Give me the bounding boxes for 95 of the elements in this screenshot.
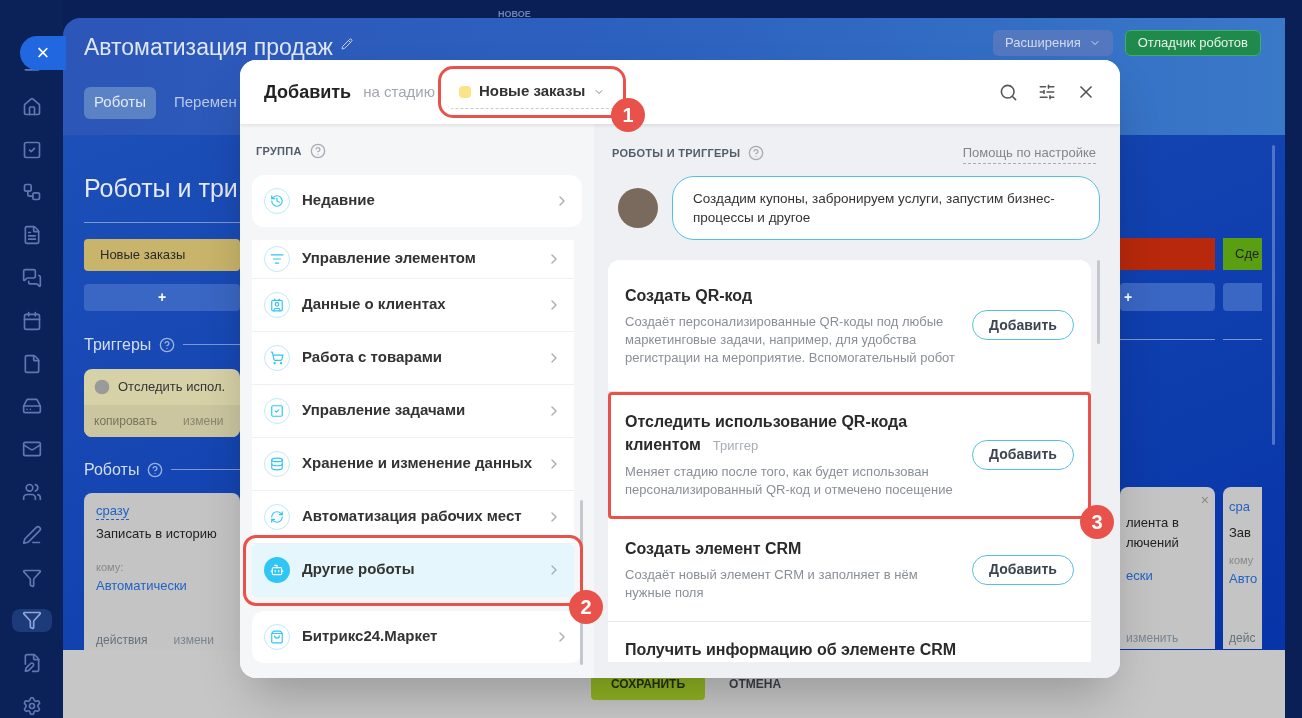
pencil-icon[interactable] [340,38,353,50]
robot-item-title: Получить информацию об элементе CRM [625,639,958,660]
tab[interactable]: Перемен [163,86,247,119]
help-icon[interactable] [159,336,176,353]
recipient-link[interactable]: Автоматически [96,575,228,596]
robot-item[interactable]: Создать QR-код Создаёт персонализированные QR-коды под любые маркетинговые задачи, например, для удобства регистрации на мероприятие. Вспомогательный робот Добавить [608,259,1091,392]
help-icon[interactable] [748,145,765,162]
robot-item-description: Создаёт персонализированные QR-коды под любые маркетинговые задачи, например, для удобства регистрации на мероприятие. Вспомогательный робот [625,312,956,367]
bag-icon [270,629,284,644]
robot-item-title: Создать QR-код [625,285,754,306]
robot-card[interactable]: сразу Записать в историю кому: Автоматически действия измени [84,492,240,650]
group-label: Хранение и изменение данных [302,453,534,474]
hint-text: Создадим купоны, забронируем услуги, запустим бизнес-процессы и другое [693,189,1056,227]
scrollbar[interactable] [1097,259,1100,344]
recipient-label: кому: [96,560,125,576]
nav-item[interactable] [11,608,52,633]
search-icon[interactable] [999,82,1018,102]
flow-icon [21,182,42,203]
funnel-icon [21,567,42,588]
actions-link[interactable]: дейс [1229,629,1262,647]
stage-name: Сде [1235,245,1260,264]
section-heading: Роботы и три [84,173,239,204]
stage-select[interactable]: Новые заказы [446,75,618,109]
cancel-button[interactable]: ОТМЕНА [729,675,782,693]
people-icon [21,482,42,503]
trigger-title: Отследить испол. [118,377,226,396]
list-header: РОБОТЫ И ТРИГГЕРЫ [612,146,741,161]
calendar-icon [21,310,42,331]
group-label: Недавние [302,190,376,211]
checkbox-icon [270,403,284,418]
group-label: Управление элементом [302,248,477,269]
checkbox-icon [21,139,42,160]
robot-item-title: Создать элемент CRM [625,539,803,559]
help-icon[interactable] [147,461,164,478]
group-label: Данные о клиентах [302,294,447,315]
database-icon [270,456,284,471]
robot-title: Зав [1229,523,1252,542]
group-label: Автоматизация рабочих мест [302,506,523,527]
avatar [618,187,658,228]
help-icon[interactable] [309,143,326,160]
page-title: Автоматизация продаж [84,33,333,62]
help-link[interactable]: Помощь по настройке [962,143,1096,164]
robot-item-title: Отследить использование QR-кода клиентом Триггер [625,412,909,455]
robot-icon [270,562,284,577]
robot-card[interactable]: × лиента в лючений ески изменить [1120,487,1215,649]
funnel-icon [21,610,42,631]
stage-name: Новые заказы [100,246,186,265]
settings-icon[interactable] [1038,83,1056,101]
contact-card-icon [270,297,284,312]
robot-item-description: Создаёт новый элемент CRM и заполняет в нём нужные поля [625,566,919,602]
status-icon [94,378,110,395]
cart-icon [270,350,284,365]
plus-label: + [1124,287,1133,307]
group-item[interactable]: Недавние [252,174,582,227]
settings-icon [21,696,42,717]
pen-icon [21,524,42,545]
group-label: Управление задачами [302,400,467,421]
trigger-card[interactable]: Отследить испол. копировать измени [84,368,240,437]
refresh-icon [270,509,284,524]
robot-card[interactable]: сра Зав кому Авто дейс [1223,487,1262,649]
robots-label: Роботы [84,459,140,480]
triggers-label: Триггеры [84,334,152,355]
actions-link[interactable]: действия [96,631,148,650]
add-robot-button[interactable]: + [84,283,240,311]
filter-icon [270,251,284,266]
group-label: Битрикс24.Маркет [302,626,439,647]
group-label: Другие роботы [302,559,416,580]
robot-title: Записать в историю [96,524,218,543]
robot-title: лючений [1126,533,1180,552]
robot-title: лиента в [1126,514,1180,532]
copy-link[interactable]: копировать [94,411,157,430]
delay-link[interactable]: сра [1229,497,1262,517]
group-item[interactable]: Битрикс24.Маркет [252,610,582,663]
home-icon [21,96,42,117]
stage-prefix: на стадию [363,81,435,102]
delay-link[interactable]: сразу [96,502,130,520]
recipient-link[interactable]: ески [1126,566,1209,586]
group-label: Работа с товарами [302,347,444,368]
chat-icon [21,267,42,288]
mail-icon [21,439,42,460]
debugger-button[interactable]: Отладчик роботов [1124,30,1261,56]
extensions-button[interactable]: Расширения [993,30,1113,56]
scrollbar[interactable] [1272,145,1275,445]
history-icon [270,193,284,208]
group-header: ГРУППА [256,144,302,159]
tab[interactable]: Роботы [84,86,156,119]
robot-item-description: Меняет стадию после того, как будет использован персонализированный QR-код и отмечено посещение [625,463,954,499]
recipient-link[interactable]: Авто [1229,568,1262,588]
robot-item[interactable]: Отследить использование QR-кода клиентом Триггер Меняет стадию после того, как будет использован персонализированный QR-код и отмечено посещение Добавить [608,391,1091,519]
dialog-title: Добавить [264,80,352,104]
drive-icon [21,396,42,417]
recipient-label: кому [1229,553,1255,568]
add-robot-button[interactable]: + [1120,283,1215,311]
close-button[interactable]: × [20,36,66,70]
new-label: НОВОЕ [498,8,531,21]
